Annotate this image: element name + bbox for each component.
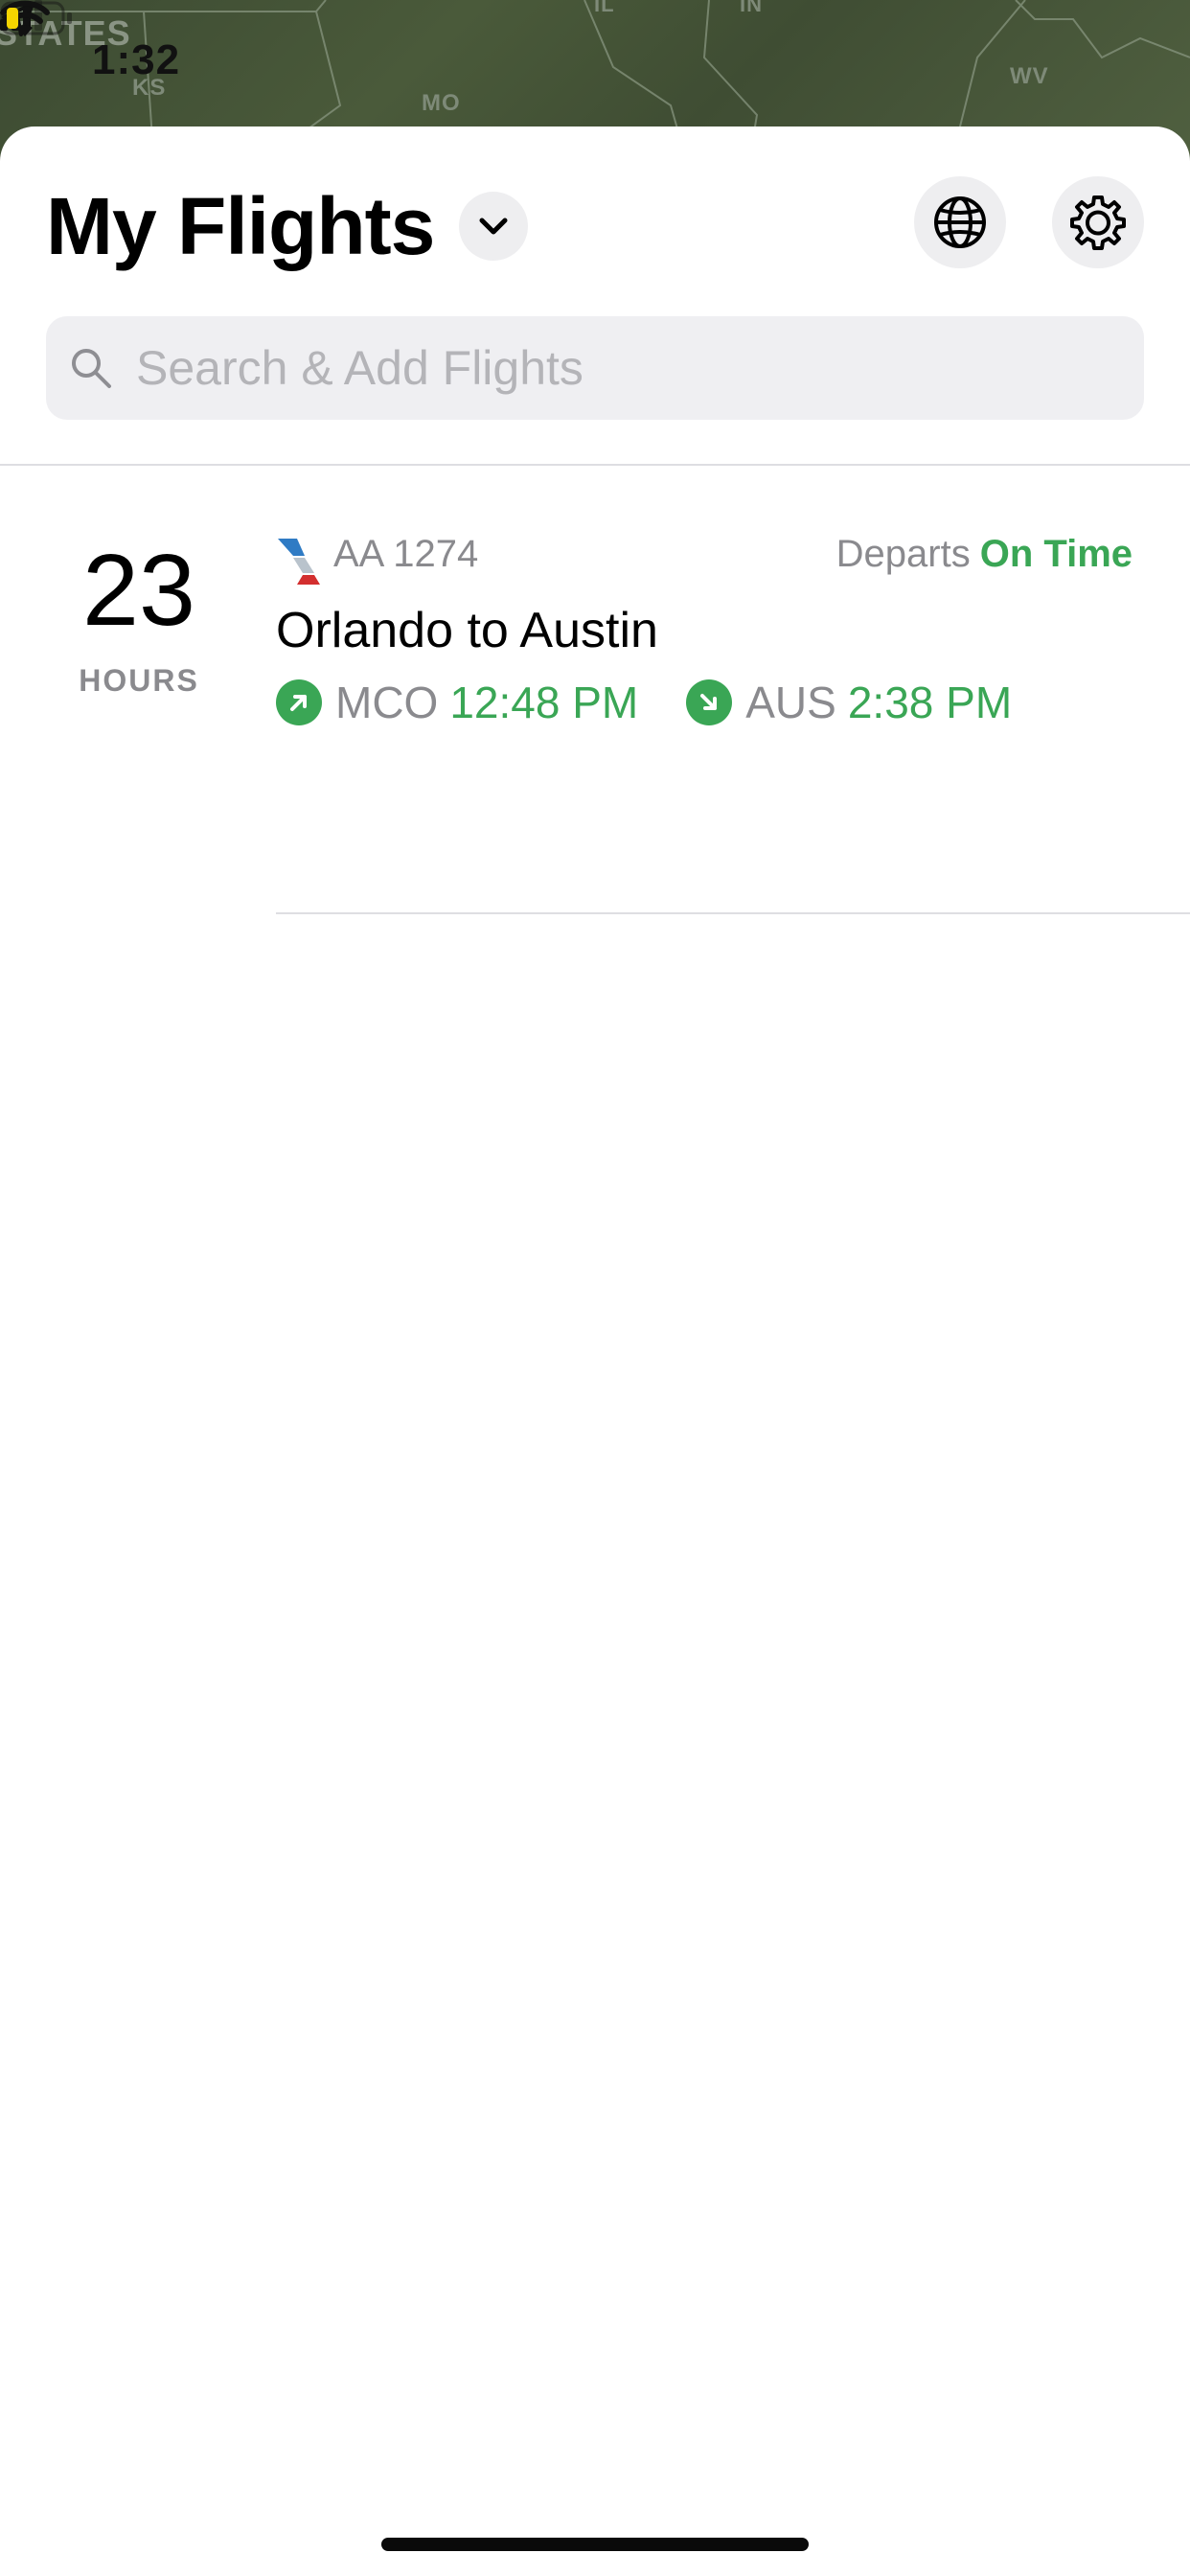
flight-times: MCO 12:48 PM AUS 2:38 PM <box>276 677 1012 728</box>
flight-number: AA 1274 <box>333 533 479 575</box>
gear-icon <box>1070 196 1126 250</box>
departure-time: 12:48 PM <box>449 678 639 727</box>
american-airlines-logo-icon <box>278 539 320 585</box>
map-label-wv: WV <box>1010 63 1049 89</box>
title-row: My Flights <box>46 178 529 274</box>
globe-icon <box>934 196 986 248</box>
search-input[interactable] <box>136 340 1094 396</box>
status-time: 1:32 <box>92 36 181 83</box>
status-value: On Time <box>979 533 1133 575</box>
map-label-il: IL <box>594 0 615 16</box>
arrival-airport: AUS <box>745 678 836 727</box>
departure-arrow-icon <box>276 679 322 725</box>
departure-airport: MCO <box>335 678 439 727</box>
arrival-arrow-icon <box>686 679 733 725</box>
app-screen: STATES KS MO WV IL IN 1:32 My Flights Se… <box>0 0 1190 2576</box>
title-dropdown-button[interactable] <box>459 192 529 261</box>
map-label-mo: MO <box>422 90 461 116</box>
flight-status: Departs On Time <box>836 533 1133 576</box>
route-title: Orlando to Austin <box>276 603 658 658</box>
row-divider <box>276 912 1190 914</box>
countdown-value: 23 <box>82 534 195 647</box>
arrival-time: 2:38 PM <box>847 678 1013 727</box>
globe-button[interactable] <box>914 176 1006 268</box>
flights-sheet: My Flights Search & Add Flights 23 HOURS… <box>0 126 1190 2576</box>
map-label-in: IN <box>740 0 763 16</box>
settings-button[interactable] <box>1052 176 1144 268</box>
chevron-down-icon <box>479 218 508 235</box>
search-icon <box>72 349 111 388</box>
countdown-unit: HOURS <box>79 663 199 698</box>
status-label: Departs <box>835 533 971 575</box>
flight-list-item[interactable]: 23 HOURS AA 1274 Departs On Time Orlando … <box>0 466 1190 916</box>
page-title: My Flights <box>46 180 435 271</box>
battery-low-icon <box>0 1 72 35</box>
search-bar[interactable] <box>46 316 1144 420</box>
home-indicator[interactable] <box>381 2538 809 2551</box>
